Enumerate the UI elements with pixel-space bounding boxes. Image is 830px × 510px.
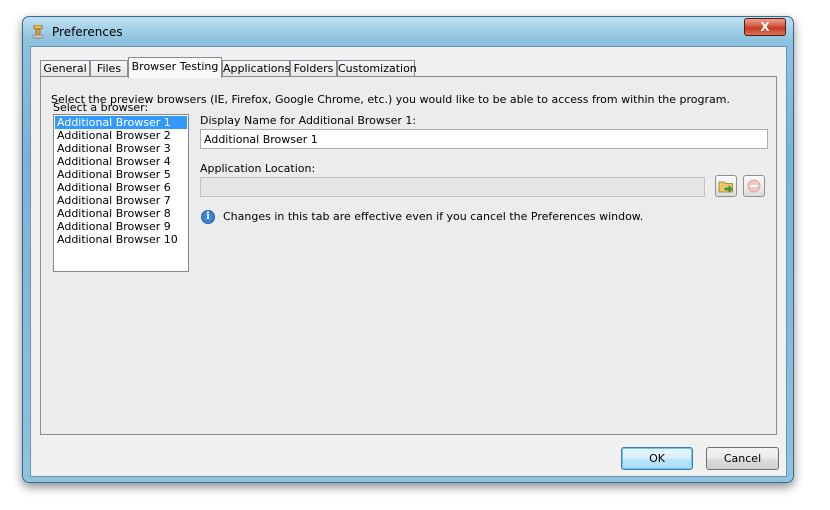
list-item[interactable]: Additional Browser 9 xyxy=(55,220,187,233)
browse-folder-icon xyxy=(718,181,733,193)
cancel-button[interactable]: Cancel xyxy=(706,447,779,470)
remove-button[interactable] xyxy=(743,175,765,197)
list-item[interactable]: Additional Browser 6 xyxy=(55,181,187,194)
panel-description: Select the preview browsers (IE, Firefox… xyxy=(51,93,730,106)
list-item[interactable]: Additional Browser 10 xyxy=(55,233,187,246)
close-button[interactable]: X xyxy=(744,18,786,36)
tab-folders[interactable]: Folders xyxy=(290,60,337,77)
remove-icon xyxy=(747,179,761,193)
display-name-label: Display Name for Additional Browser 1: xyxy=(200,114,417,127)
tab-general[interactable]: General xyxy=(40,60,90,77)
dialog-client-area: General Files Browser Testing Applicatio… xyxy=(30,46,787,477)
browser-list-label: Select a browser: xyxy=(53,101,149,114)
tab-files[interactable]: Files xyxy=(90,60,128,77)
list-item[interactable]: Additional Browser 4 xyxy=(55,155,187,168)
list-item[interactable]: Additional Browser 7 xyxy=(55,194,187,207)
list-item[interactable]: Additional Browser 2 xyxy=(55,129,187,142)
info-message: Changes in this tab are effective even i… xyxy=(223,210,644,223)
browser-listbox[interactable]: Additional Browser 1 Additional Browser … xyxy=(53,114,189,272)
tab-browser-testing[interactable]: Browser Testing xyxy=(128,57,222,78)
ok-button[interactable]: OK xyxy=(621,447,693,470)
application-location-label: Application Location: xyxy=(200,162,316,175)
preferences-app-icon xyxy=(32,25,44,39)
window-title: Preferences xyxy=(52,25,123,39)
display-name-input[interactable] xyxy=(200,129,768,149)
list-item[interactable]: Additional Browser 5 xyxy=(55,168,187,181)
application-location-field[interactable] xyxy=(200,177,705,197)
info-icon: i xyxy=(201,210,215,224)
tab-applications[interactable]: Applications xyxy=(222,60,290,77)
tab-customization[interactable]: Customization xyxy=(337,60,417,77)
list-item[interactable]: Additional Browser 3 xyxy=(55,142,187,155)
browser-testing-panel: Select the preview browsers (IE, Firefox… xyxy=(40,76,777,435)
list-item[interactable]: Additional Browser 8 xyxy=(55,207,187,220)
browse-button[interactable] xyxy=(715,175,737,197)
list-item[interactable]: Additional Browser 1 xyxy=(55,116,187,129)
title-bar[interactable]: Preferences X xyxy=(23,17,793,47)
preferences-window: Preferences X General Files Browser Test… xyxy=(22,16,794,483)
